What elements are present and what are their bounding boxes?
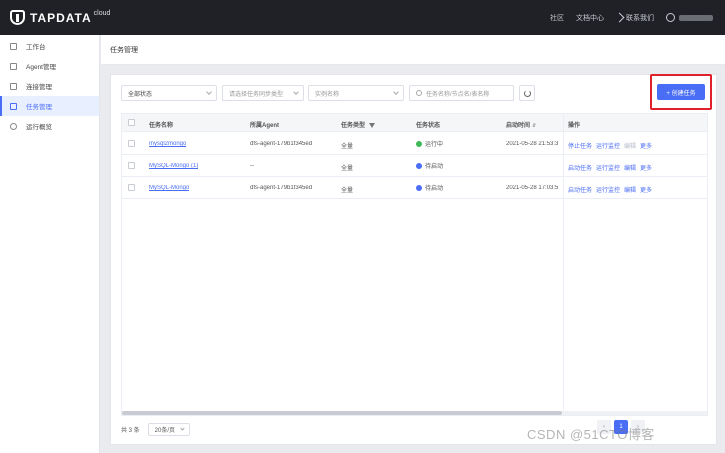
instance-select[interactable]: 实例名称 [308, 85, 404, 101]
horizontal-scrollbar[interactable] [122, 411, 707, 415]
select-all-checkbox[interactable] [128, 119, 135, 126]
task-name-link[interactable]: MySQL-Mongo (1) [149, 163, 198, 169]
chevron-down-icon [393, 89, 399, 95]
type-cell: 全量 [341, 144, 354, 150]
sidebar-item-workbench[interactable]: 工作台 [0, 36, 99, 56]
agent-icon [10, 62, 17, 70]
sidebar-item-label: 任务管理 [26, 104, 52, 111]
sidebar-item-label: 连接管理 [26, 84, 52, 91]
status-text: 运行中 [425, 142, 444, 148]
task-name-link[interactable]: mysql2mongo [149, 141, 186, 147]
sync-type-select[interactable]: 请选择任务同步类型 [222, 85, 304, 101]
connection-icon [10, 82, 17, 90]
status-text: 待启动 [425, 164, 444, 170]
search-placeholder: 任务名称/节点名/表名称 [426, 91, 490, 98]
search-icon [416, 90, 422, 96]
filter-icon[interactable] [369, 122, 376, 128]
sidebar-item-agent[interactable]: Agent管理 [0, 56, 99, 76]
status-cell: 运行中 [416, 139, 443, 148]
sidebar-item-label: 工作台 [26, 44, 46, 51]
page-title: 任务管理 [101, 35, 725, 65]
sidebar-item-label: Agent管理 [26, 64, 56, 71]
instance-placeholder: 实例名称 [315, 91, 340, 98]
user-name-redacted [679, 14, 713, 21]
user-avatar-icon [666, 13, 675, 22]
status-text: 待启动 [425, 186, 444, 192]
sort-icon[interactable]: ⇵ [532, 123, 536, 129]
col-header-type[interactable]: 任务类型 [341, 120, 376, 129]
workbench-icon [10, 42, 17, 50]
user-menu[interactable] [666, 13, 713, 22]
status-cell: 待启动 [416, 161, 443, 170]
task-table: 任务名称 所属Agent 任务类型 任务状态 启动时间 ⇵ 操作 mysql2mo… [121, 113, 708, 416]
refresh-button[interactable] [519, 85, 535, 101]
brand-logo[interactable]: TAPDATA cloud [10, 10, 110, 25]
task-panel: 全部状态 请选择任务同步类型 实例名称 任务名称/节点名/表名称 + 创建任务 … [110, 74, 717, 445]
col-header-status: 任务状态 [416, 123, 441, 129]
start-time-cell: 2021-05-28 21:53:3 [506, 141, 559, 147]
task-name-link[interactable]: MySQL-Mongo [149, 185, 189, 191]
col-header-start-label: 启动时间 [506, 123, 531, 129]
agent-cell: dfs-agent-179b1f345ed [250, 185, 313, 191]
contact-label: 联系我们 [626, 14, 654, 22]
total-count: 共 3 条 [121, 427, 140, 434]
send-icon [614, 12, 625, 23]
chevron-down-icon [206, 89, 212, 95]
contact-link[interactable]: 联系我们 [614, 12, 654, 23]
col-header-type-label: 任务类型 [341, 123, 366, 129]
start-time-cell: 2021-05-28 17:03:5 [506, 185, 559, 191]
scrollbar-thumb[interactable] [122, 411, 562, 415]
chevron-down-icon [293, 89, 299, 95]
page-size-select[interactable]: 20条/页 [147, 422, 190, 436]
brand-name: TAPDATA [30, 10, 92, 25]
row-checkbox[interactable] [128, 140, 135, 147]
running-status-icon [416, 140, 422, 147]
task-icon [10, 102, 17, 110]
row-checkbox[interactable] [128, 184, 135, 191]
col-header-agent: 所属Agent [250, 123, 279, 129]
sidebar: 工作台 Agent管理 连接管理 任务管理 运行概览 [0, 35, 100, 453]
col-header-name: 任务名称 [149, 123, 174, 129]
row-checkbox[interactable] [128, 162, 135, 169]
ops-column-divider [563, 114, 707, 415]
pending-status-icon [416, 184, 422, 191]
docs-link[interactable]: 文档中心 [576, 13, 604, 23]
sidebar-item-label: 运行概览 [26, 124, 52, 131]
refresh-icon [523, 89, 531, 97]
col-header-start[interactable]: 启动时间 ⇵ [506, 120, 536, 129]
sidebar-item-tasks[interactable]: 任务管理 [0, 96, 99, 116]
agent-cell: -- [250, 163, 254, 169]
type-cell: 全量 [341, 188, 354, 194]
brand-sup: cloud [93, 10, 111, 17]
overview-icon [10, 122, 17, 130]
watermark: CSDN @51CTO博客 [527, 427, 655, 442]
search-input[interactable]: 任务名称/节点名/表名称 [409, 85, 514, 101]
sidebar-item-overview[interactable]: 运行概览 [0, 116, 99, 136]
agent-cell: dfs-agent-179b1f345ed [250, 141, 313, 147]
community-link[interactable]: 社区 [550, 13, 564, 23]
highlight-box [650, 74, 712, 110]
status-cell: 待启动 [416, 183, 443, 192]
status-filter-select[interactable]: 全部状态 [121, 85, 217, 101]
sync-type-placeholder: 请选择任务同步类型 [229, 91, 284, 98]
type-cell: 全量 [341, 166, 354, 172]
page-size-value: 20条/页 [154, 427, 176, 434]
sidebar-item-connections[interactable]: 连接管理 [0, 76, 99, 96]
pending-status-icon [416, 162, 422, 169]
tapdata-logo-icon [10, 10, 25, 25]
chevron-down-icon [180, 425, 185, 431]
top-navbar: TAPDATA cloud 社区 文档中心 联系我们 [0, 0, 725, 35]
status-filter-value: 全部状态 [128, 91, 153, 98]
